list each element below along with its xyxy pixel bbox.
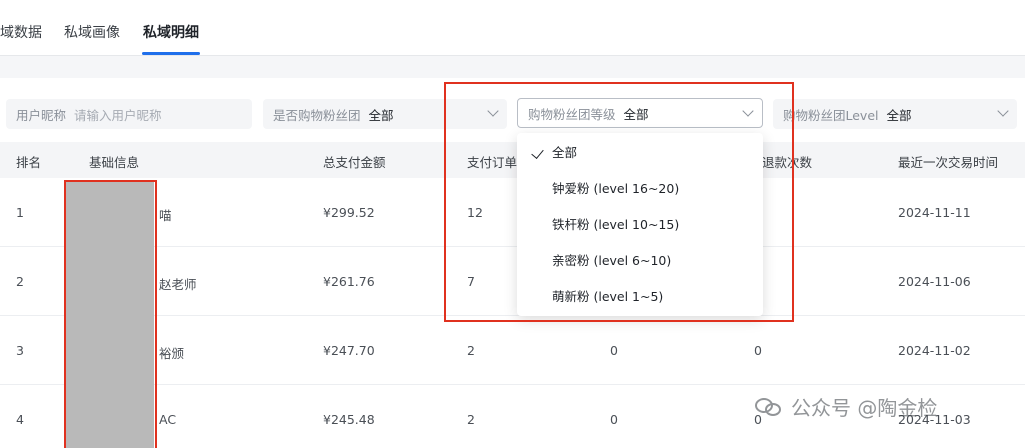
header-rank: 排名	[16, 155, 42, 170]
nickname-filter-label: 用户昵称	[16, 107, 67, 123]
watermark-text: 公众号 @陶金检	[791, 396, 938, 420]
cell-last-trade: 2024-11-06	[898, 274, 971, 289]
cell-name: 喵	[159, 208, 172, 223]
tab-data[interactable]: 域数据	[0, 22, 42, 42]
cell-rank: 1	[16, 205, 24, 220]
cell-name: AC	[159, 412, 177, 427]
annotation-box-dropdown	[444, 82, 794, 322]
tab-bar: 域数据 私域画像 私域明细	[0, 0, 1025, 56]
header-basic-info: 基础信息	[89, 155, 140, 170]
fan-group-level-label: 购物粉丝团Level	[783, 107, 879, 123]
tab-private-portrait[interactable]: 私域画像	[64, 22, 120, 42]
cell-amount: ¥261.76	[323, 274, 375, 289]
cell-name: 赵老师	[159, 277, 197, 292]
cell-amount: ¥247.70	[323, 343, 375, 358]
nickname-input[interactable]: 请输入用户昵称	[74, 105, 162, 124]
cell-rank: 2	[16, 274, 24, 289]
cell-orders: 2	[467, 412, 475, 427]
fan-group-level-value: 全部	[886, 107, 912, 123]
header-last-trade: 最近一次交易时间	[898, 155, 999, 170]
cell-rank: 3	[16, 343, 24, 358]
cell-col5: 0	[610, 343, 618, 358]
is-fan-group-value: 全部	[368, 107, 394, 123]
watermark: 公众号 @陶金检	[755, 392, 937, 421]
cell-refunds: 0	[754, 343, 762, 358]
header-total-amount: 总支付金额	[323, 155, 386, 170]
annotation-box-user-info	[64, 180, 157, 448]
cell-col5: 0	[610, 412, 618, 427]
fan-group-level-select[interactable]: 购物粉丝团Level 全部	[773, 99, 1017, 129]
cell-name: 裕颁	[159, 346, 185, 361]
cell-amount: ¥299.52	[323, 205, 375, 220]
tab-private-detail[interactable]: 私域明细	[143, 22, 199, 42]
nickname-filter[interactable]: 用户昵称 请输入用户昵称	[6, 99, 252, 129]
cell-amount: ¥245.48	[323, 412, 375, 427]
wechat-icon	[755, 396, 783, 418]
is-fan-group-label: 是否购物粉丝团	[273, 107, 361, 123]
active-tab-indicator	[142, 52, 200, 55]
cell-last-trade: 2024-11-02	[898, 343, 971, 358]
cell-rank: 4	[16, 412, 24, 427]
chevron-down-icon	[997, 105, 1009, 117]
cell-last-trade: 2024-11-11	[898, 205, 971, 220]
cell-orders: 2	[467, 343, 475, 358]
